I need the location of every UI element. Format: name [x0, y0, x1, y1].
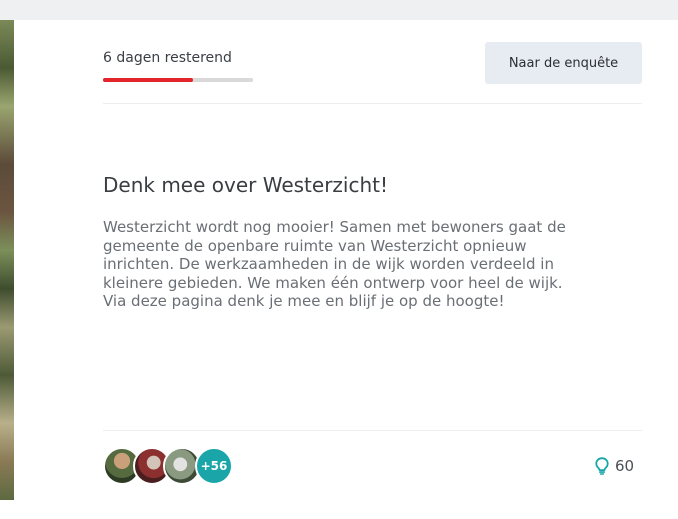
- survey-button[interactable]: Naar de enquête: [485, 42, 642, 84]
- time-progress-bar: [103, 78, 253, 82]
- divider: [103, 430, 642, 431]
- status-block: 6 dagen resterend: [103, 50, 263, 82]
- days-left-label: 6 dagen resterend: [103, 50, 232, 66]
- ideas-counter: 60: [595, 456, 634, 476]
- more-participants-badge: +56: [195, 447, 233, 485]
- top-bar: [0, 0, 678, 20]
- project-title[interactable]: Denk mee over Westerzicht!: [103, 172, 623, 198]
- divider: [103, 103, 642, 104]
- participant-avatars[interactable]: +56: [103, 447, 243, 485]
- project-photo-edge: [0, 20, 14, 500]
- project-description: Westerzicht wordt nog mooier! Samen met …: [103, 218, 566, 311]
- page-bottom: [0, 500, 678, 519]
- ideas-count: 60: [615, 457, 635, 475]
- time-progress-fill: [103, 78, 193, 82]
- project-card-page: 6 dagen resterend Naar de enquête Denk m…: [0, 0, 678, 519]
- project-card[interactable]: 6 dagen resterend Naar de enquête Denk m…: [14, 20, 678, 500]
- lightbulb-icon: [595, 457, 609, 475]
